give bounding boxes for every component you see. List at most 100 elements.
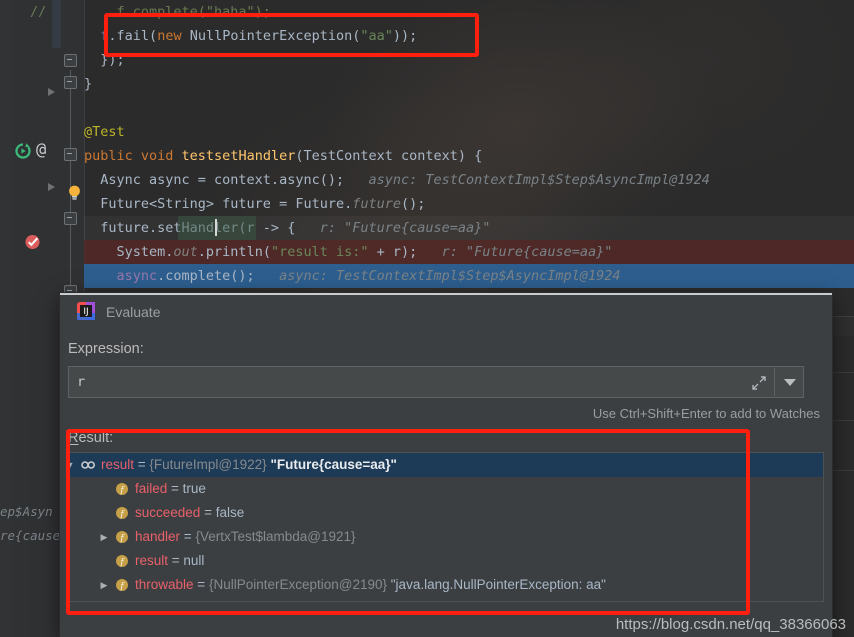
watches-hint: Use Ctrl+Shift+Enter to add to Watches [592,406,820,421]
tree-node-name: throwable [135,577,194,592]
tree-expand-icon[interactable]: ▶ [97,573,111,597]
tree-node-value: false [215,505,245,520]
tree-node-name: failed [135,481,168,496]
code-token: } [84,76,93,92]
result-label-text: esult: [78,430,114,446]
tree-node-type: {NullPointerException@2190} [208,577,391,592]
expression-input[interactable]: r [68,366,804,398]
field-icon: f [116,507,128,519]
bg-row-divider [832,372,854,373]
tree-row-text: failed = true [135,477,206,501]
code-token: "result is:" [270,244,369,260]
annotation-at-icon[interactable]: @ [36,140,46,160]
tree-equals: = [180,529,196,544]
code-token: future [352,196,401,212]
code-token: .complete(); [157,268,255,284]
identifier-highlight [178,216,256,240]
expression-input-value: r [77,374,86,390]
field-icon: f [116,531,128,543]
svg-text:IJ: IJ [83,307,88,317]
code-line: Future<String> future = Future.future(); [84,192,425,216]
code-token: async: TestContextImpl$Step$AsyncImpl@19… [254,268,621,284]
chevron-down-icon[interactable] [784,379,796,386]
fold-expand-icon[interactable] [48,183,55,191]
tree-node-name: succeeded [135,505,201,520]
tree-node-value: "java.lang.NullPointerException: aa" [390,577,606,592]
tree-node-name: result [135,553,169,568]
dialog-top-border [60,293,832,295]
tree-node-value: true [182,481,206,496]
tree-node-name: handler [135,529,181,544]
field-icon: f [116,579,128,591]
code-token: (); [401,196,426,212]
tree-node-type: {VertxTest$lambda@1921} [195,529,356,544]
code-token: r: "Future{cause=aa}" [417,244,613,260]
code-token: )); [392,28,418,44]
code-token: .fail( [108,28,158,44]
watch-glasses-icon [81,461,95,469]
code-line: f.complete("haha"); [84,0,271,24]
code-line: } [84,72,92,96]
bg-row-divider [832,420,854,421]
expression-label: Expression: [68,341,144,357]
intention-lightbulb-icon[interactable] [66,184,83,201]
code-line: }); [84,48,125,72]
fold-collapse-icon[interactable] [64,54,77,67]
tree-expand-icon[interactable]: ▶ [97,525,111,549]
bg-row-divider [832,470,854,471]
breakpoint-verified-icon[interactable] [24,233,41,250]
tree-row[interactable]: ▶ f throwable = {NullPointerException@2190… [69,573,823,597]
evaluate-dialog[interactable]: IJ Evaluate ✕ Expression: r Use Ctrl+Shi… [60,293,832,637]
tree-collapse-icon[interactable]: ▼ [63,453,77,477]
result-tree[interactable]: ▼ result = {FutureImpl@1922} "Future{caus… [66,452,824,602]
fold-collapse-icon[interactable] [64,148,77,161]
tree-row[interactable]: f failed = true [69,477,823,501]
code-token: public void [84,148,182,164]
tree-row-text: result = null [135,549,204,573]
bg-row [832,316,854,336]
tree-row[interactable]: f succeeded = false [69,501,823,525]
field-icon: f [116,555,128,567]
tree-node-type: {FutureImpl@1922} [149,457,271,472]
result-label: Result: [68,430,113,446]
code-token: .println( [197,244,271,260]
code-token: new [157,28,190,44]
tree-equals: = [168,553,184,568]
code-token: testsetHandler [181,148,296,164]
fold-expand-icon[interactable] [48,88,55,96]
code-token: "aa" [360,28,393,44]
fold-rail [70,160,71,290]
code-line: @Test [84,120,125,144]
code-token: System. [84,244,174,260]
code-token: async [84,268,158,284]
run-test-icon[interactable] [14,142,32,160]
expression-input-divider [774,368,775,396]
code-token: r: "Future{cause=aa}" [295,220,491,236]
code-token: + r); [368,244,418,260]
code-line: f.fail(new NullPointerException("aa")); [84,24,417,48]
field-icon: f [116,483,128,495]
tree-equals: = [193,577,209,592]
tree-equals: = [200,505,216,520]
tree-row[interactable]: ▶ f handler = {VertxTest$lambda@1921} [69,525,823,549]
tree-row-text: handler = {VertxTest$lambda@1921} [135,525,356,549]
code-token: @Test [84,124,125,140]
tree-node-value: null [183,553,205,568]
code-token: out [173,244,198,260]
fold-collapse-icon[interactable] [64,212,77,225]
tree-row[interactable]: f result = null [69,549,823,573]
tree-row-text: throwable = {NullPointerException@2190} … [135,573,606,597]
tree-equals: = [134,457,150,472]
code-token: Future<String> future = Future. [84,196,353,212]
fold-collapse-icon[interactable] [64,76,77,89]
code-token: }); [84,52,125,68]
code-token: Async async = context.async(); [84,172,345,188]
expand-editor-icon[interactable] [751,375,767,391]
code-token: (TestContext context) { [295,148,483,164]
tree-row[interactable]: ▼ result = {FutureImpl@1922} "Future{caus… [66,453,823,477]
tree-row-text: result = {FutureImpl@1922} "Future{cause… [101,453,397,477]
dialog-title: Evaluate [106,304,161,320]
background-text-fragment: re{cause [0,528,61,543]
result-label-mnemonic: R [68,430,79,446]
